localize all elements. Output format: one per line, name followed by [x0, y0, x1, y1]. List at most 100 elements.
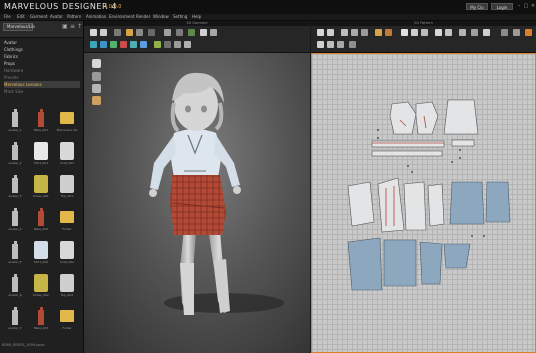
measure-icon[interactable] — [164, 29, 171, 36]
library-item-label: avatar_3 — [8, 194, 22, 198]
list-view-icon[interactable]: ≡ — [70, 24, 76, 30]
library-item[interactable]: Coat_001 — [56, 142, 78, 168]
text-icon[interactable] — [459, 29, 466, 36]
grain-icon[interactable] — [471, 29, 478, 36]
symmetry-icon[interactable] — [337, 41, 344, 48]
texture-icon[interactable] — [188, 29, 195, 36]
tree-item[interactable]: Avatar — [4, 39, 80, 46]
library-tab[interactable]: Marvelous/Lib — [3, 23, 35, 31]
library-item[interactable]: Shirt_001 — [30, 142, 52, 168]
xray-icon[interactable] — [174, 41, 181, 48]
library-item[interactable]: avatar_3 — [4, 175, 26, 201]
texture-edit-icon[interactable] — [483, 29, 490, 36]
login-button[interactable]: Login — [491, 3, 513, 10]
garment-icon[interactable] — [200, 29, 207, 36]
folder-icon[interactable]: ▣ — [62, 24, 68, 30]
viewport-3d[interactable] — [84, 53, 310, 353]
library-item[interactable]: Dress_002 — [30, 274, 52, 300]
maximize-icon[interactable]: □ — [523, 3, 529, 9]
library-item[interactable]: avatar_7 — [4, 307, 26, 333]
library-item[interactable]: Dress_001 — [30, 175, 52, 201]
close-icon[interactable]: × — [530, 3, 536, 9]
view-bottom-icon[interactable] — [140, 41, 147, 48]
tree-item[interactable]: Mark Size — [4, 88, 80, 95]
view-right-icon[interactable] — [120, 41, 127, 48]
settings-2d-icon[interactable] — [525, 29, 532, 36]
menu-render[interactable]: Render — [136, 14, 150, 20]
menu-avatar[interactable]: Avatar — [50, 14, 63, 20]
wireframe-icon[interactable] — [164, 41, 171, 48]
library-item[interactable]: Marvelous Lib — [56, 109, 78, 135]
brush-icon[interactable] — [176, 29, 183, 36]
avatar-icon — [8, 241, 22, 259]
library-item[interactable]: Top_001 — [56, 175, 78, 201]
circle-icon[interactable] — [361, 29, 368, 36]
library-item[interactable]: avatar_2 — [4, 142, 26, 168]
move-icon[interactable] — [100, 29, 107, 36]
fold-icon[interactable] — [148, 29, 155, 36]
select-icon[interactable] — [90, 29, 97, 36]
zipper-icon[interactable] — [435, 29, 442, 36]
view-left-icon[interactable] — [110, 41, 117, 48]
toolbar-3d — [84, 26, 310, 53]
menu-setting[interactable]: Setting — [173, 14, 187, 20]
library-item-label: avatar_2 — [8, 161, 22, 165]
strain-map-icon[interactable] — [184, 41, 191, 48]
library-item[interactable]: Male_001 — [30, 109, 52, 135]
library-item-label: Male_001 — [33, 128, 49, 132]
edit-point-icon[interactable] — [327, 29, 334, 36]
simulate-icon[interactable] — [114, 29, 121, 36]
library-item[interactable]: avatar_6 — [4, 274, 26, 300]
avatar-icon[interactable] — [210, 29, 217, 36]
library-item[interactable]: Coat_002 — [56, 241, 78, 267]
library-item[interactable]: Male_003 — [30, 307, 52, 333]
sewing-line-icon[interactable] — [317, 41, 324, 48]
free-seam-icon[interactable] — [385, 29, 392, 36]
view-front-icon[interactable] — [90, 41, 97, 48]
library-item[interactable]: avatar_4 — [4, 208, 26, 234]
library-item-label: avatar_5 — [8, 260, 22, 264]
fold-line-icon[interactable] — [401, 29, 408, 36]
pleat-icon[interactable] — [349, 41, 356, 48]
library-item[interactable]: Folder — [56, 307, 78, 333]
grid-icon[interactable] — [513, 29, 520, 36]
minimize-icon[interactable]: – — [516, 3, 522, 9]
tree-item[interactable]: Marvelous Lessons — [4, 81, 80, 88]
menu-file[interactable]: File — [4, 14, 11, 20]
tack-icon[interactable] — [126, 29, 133, 36]
segment-icon[interactable] — [327, 41, 334, 48]
tree-item[interactable]: Presets — [4, 74, 80, 81]
menu-window[interactable]: Window — [153, 14, 169, 20]
menu-environment[interactable]: Environment — [109, 14, 135, 20]
library-item[interactable]: Folder — [56, 208, 78, 234]
library-item[interactable]: Shirt_002 — [30, 241, 52, 267]
menu-garment[interactable]: Garment — [30, 14, 48, 20]
library-item[interactable]: avatar_5 — [4, 241, 26, 267]
library-item[interactable]: Top_002 — [56, 274, 78, 300]
tree-item[interactable]: Fabrics — [4, 53, 80, 60]
menu-animation[interactable]: Animation — [86, 14, 106, 20]
view-back-icon[interactable] — [100, 41, 107, 48]
polygon-icon[interactable] — [341, 29, 348, 36]
account-button[interactable]: My Clo — [466, 3, 488, 10]
viewport-2d[interactable] — [311, 53, 536, 353]
zoom-icon[interactable] — [501, 29, 508, 36]
up-arrow-icon[interactable]: ↑ — [77, 24, 83, 30]
menu-help[interactable]: Help — [192, 14, 201, 20]
pin-icon[interactable] — [136, 29, 143, 36]
library-item[interactable]: Male_002 — [30, 208, 52, 234]
rectangle-icon[interactable] — [351, 29, 358, 36]
tree-item[interactable]: Clothings — [4, 46, 80, 53]
tree-item[interactable]: Props — [4, 60, 80, 67]
view-top-icon[interactable] — [130, 41, 137, 48]
menu-pattern[interactable]: Pattern — [67, 14, 81, 20]
seam-icon[interactable] — [375, 29, 382, 36]
button-tool-icon[interactable] — [445, 29, 452, 36]
dart-icon[interactable] — [411, 29, 418, 36]
shading-icon[interactable] — [154, 41, 161, 48]
menu-edit[interactable]: Edit — [17, 14, 25, 20]
library-item[interactable]: avatar_1 — [4, 109, 26, 135]
transform-icon[interactable] — [317, 29, 324, 36]
trace-icon[interactable] — [421, 29, 428, 36]
tree-item[interactable]: Hardware — [4, 67, 80, 74]
